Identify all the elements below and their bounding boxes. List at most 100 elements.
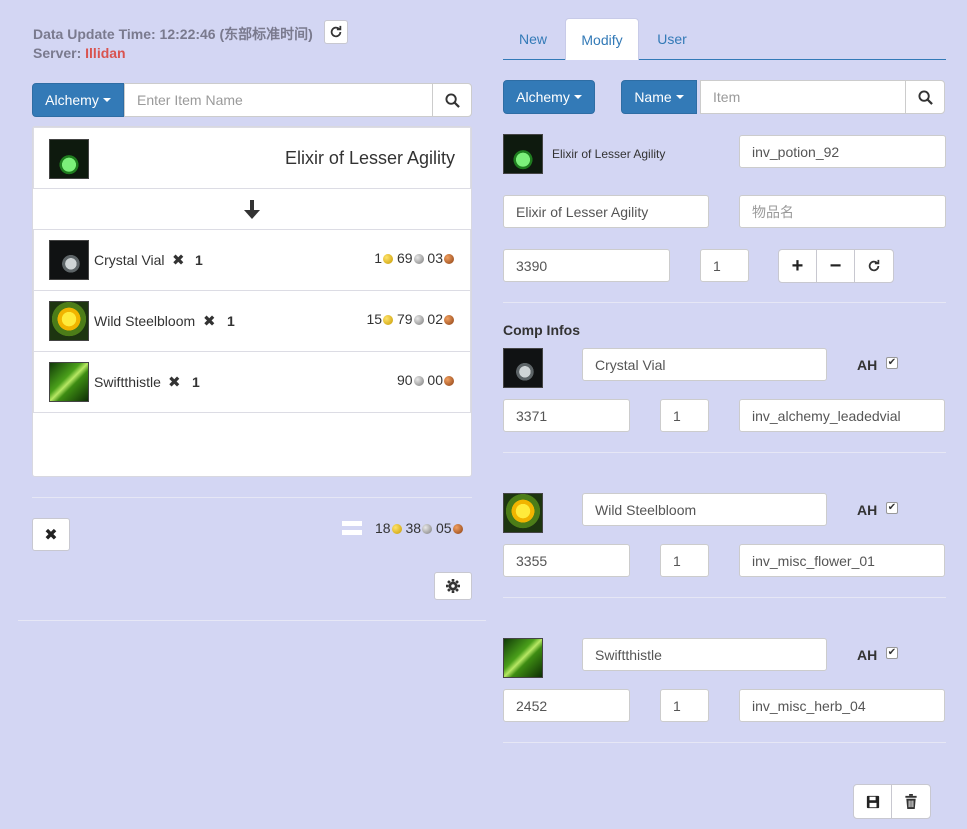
search-icon <box>917 89 933 105</box>
right-search-input[interactable]: Item <box>700 80 907 114</box>
arrow-down-icon <box>244 200 260 223</box>
delete-button[interactable] <box>891 784 931 819</box>
ah-checkbox[interactable]: ✔ <box>886 502 898 514</box>
reagent-price: 90 00 <box>397 372 454 388</box>
times-icon: ✖ <box>203 313 216 330</box>
component-qty-input[interactable]: 1 <box>660 544 709 577</box>
ah-label: AH <box>857 502 878 518</box>
right-category-dropdown[interactable]: Alchemy <box>503 80 595 114</box>
ah-checkbox[interactable]: ✔ <box>886 647 898 659</box>
close-icon: ✖ <box>44 526 58 544</box>
comp-infos-title: Comp Infos <box>503 322 580 338</box>
vial-icon <box>49 240 89 280</box>
left-search-button[interactable] <box>432 83 472 117</box>
chevron-down-icon <box>573 95 582 99</box>
ah-checkbox[interactable]: ✔ <box>886 357 898 369</box>
search-icon <box>444 92 460 108</box>
silver-coin-icon <box>413 254 424 265</box>
divider <box>503 742 946 743</box>
clear-button[interactable]: ✖ <box>32 518 70 551</box>
flower-icon <box>49 301 89 341</box>
settings-button[interactable] <box>434 572 472 600</box>
item-id-input[interactable]: 3390 <box>503 249 670 282</box>
reagent-price: 1 69 03 <box>374 250 454 266</box>
result-item-row[interactable]: Elixir of Lesser Agility <box>33 127 471 189</box>
total-gold: 18 <box>375 520 391 536</box>
tab-new[interactable]: New <box>503 18 563 59</box>
copper-coin-icon <box>444 315 454 326</box>
reagent-qty: 1 <box>192 374 200 390</box>
component-id-input[interactable]: 3355 <box>503 544 630 577</box>
search-field-dropdown[interactable]: Name <box>621 80 697 114</box>
reagent-name: Crystal Vial <box>94 252 165 268</box>
component-name-input[interactable]: Crystal Vial <box>582 348 827 381</box>
update-time: Data Update Time: 12:22:46 (东部标准时间) <box>33 26 313 42</box>
plus-icon: + <box>791 254 804 277</box>
component-id-input[interactable]: 2452 <box>503 689 630 722</box>
reagent-row[interactable]: Swiftthistle ✖ 1 90 00 <box>33 351 471 413</box>
copper-coin-icon <box>444 376 454 387</box>
component-name-input[interactable]: Swiftthistle <box>582 638 827 671</box>
price-silver: 69 <box>396 250 413 266</box>
silver-coin-icon <box>413 376 424 387</box>
divider <box>503 597 946 598</box>
add-component-button[interactable]: + <box>778 249 817 283</box>
price-gold: 1 <box>374 250 383 266</box>
tab-user[interactable]: User <box>641 18 703 59</box>
item-name-input[interactable]: Elixir of Lesser Agility <box>503 195 709 228</box>
reset-button[interactable] <box>854 249 894 283</box>
component-icon-input[interactable]: inv_misc_herb_04 <box>739 689 945 722</box>
item-name-label: Elixir of Lesser Agility <box>552 147 666 161</box>
component-qty-input[interactable]: 1 <box>660 399 709 432</box>
gold-coin-icon <box>383 315 394 326</box>
silver-coin-icon <box>422 524 433 535</box>
remove-component-button[interactable]: − <box>816 249 855 283</box>
refresh-icon <box>330 25 342 38</box>
vial-icon <box>503 348 543 388</box>
minus-icon: − <box>829 254 842 277</box>
item-cn-name-input[interactable]: 物品名 <box>739 195 946 228</box>
item-qty-input[interactable]: 1 <box>700 249 749 282</box>
divider <box>18 620 486 621</box>
reagent-row[interactable]: Crystal Vial ✖ 1 1 69 03 <box>33 229 471 291</box>
price-copper: 03 <box>427 250 443 266</box>
reagent-row[interactable]: Wild Steelbloom ✖ 1 15 79 02 <box>33 290 471 352</box>
total-copper: 05 <box>435 520 452 536</box>
price-copper: 02 <box>427 311 443 327</box>
gold-coin-icon <box>391 524 402 535</box>
component-qty-input[interactable]: 1 <box>660 689 709 722</box>
gear-icon <box>446 579 460 593</box>
floppy-disk-icon <box>866 795 879 808</box>
reagent-name: Wild Steelbloom <box>94 313 196 329</box>
flower-icon <box>503 493 543 533</box>
left-category-dropdown[interactable]: Alchemy <box>32 83 124 117</box>
left-search-input[interactable]: Enter Item Name <box>124 83 434 117</box>
component-icon-input[interactable]: inv_misc_flower_01 <box>739 544 945 577</box>
component-icon-input[interactable]: inv_alchemy_leadedvial <box>739 399 945 432</box>
reagent-qty: 1 <box>195 252 203 268</box>
divider <box>32 497 472 498</box>
times-icon: ✖ <box>168 374 181 391</box>
result-item-name: Elixir of Lesser Agility <box>284 148 455 168</box>
component-id-input[interactable]: 3371 <box>503 399 630 432</box>
tab-modify[interactable]: Modify <box>565 18 639 60</box>
refresh-icon <box>868 259 880 272</box>
item-icon-input[interactable]: inv_potion_92 <box>739 135 946 168</box>
ah-label: AH <box>857 357 878 373</box>
divider <box>503 452 946 453</box>
right-search-button[interactable] <box>905 80 945 114</box>
price-gold: 15 <box>366 311 383 327</box>
right-category-label: Alchemy <box>516 89 570 105</box>
ah-label: AH <box>857 647 878 663</box>
potion-green-icon <box>49 139 89 179</box>
search-field-label: Name <box>634 89 672 105</box>
component-name-input[interactable]: Wild Steelbloom <box>582 493 827 526</box>
potion-green-icon <box>503 134 543 174</box>
save-button[interactable] <box>853 784 892 819</box>
reagent-qty: 1 <box>227 313 235 329</box>
equals-icon <box>342 519 362 540</box>
copper-coin-icon <box>444 254 454 265</box>
total-silver: 38 <box>405 520 422 536</box>
total-price: 18 38 05 <box>375 520 463 536</box>
refresh-data-button[interactable] <box>324 20 348 44</box>
